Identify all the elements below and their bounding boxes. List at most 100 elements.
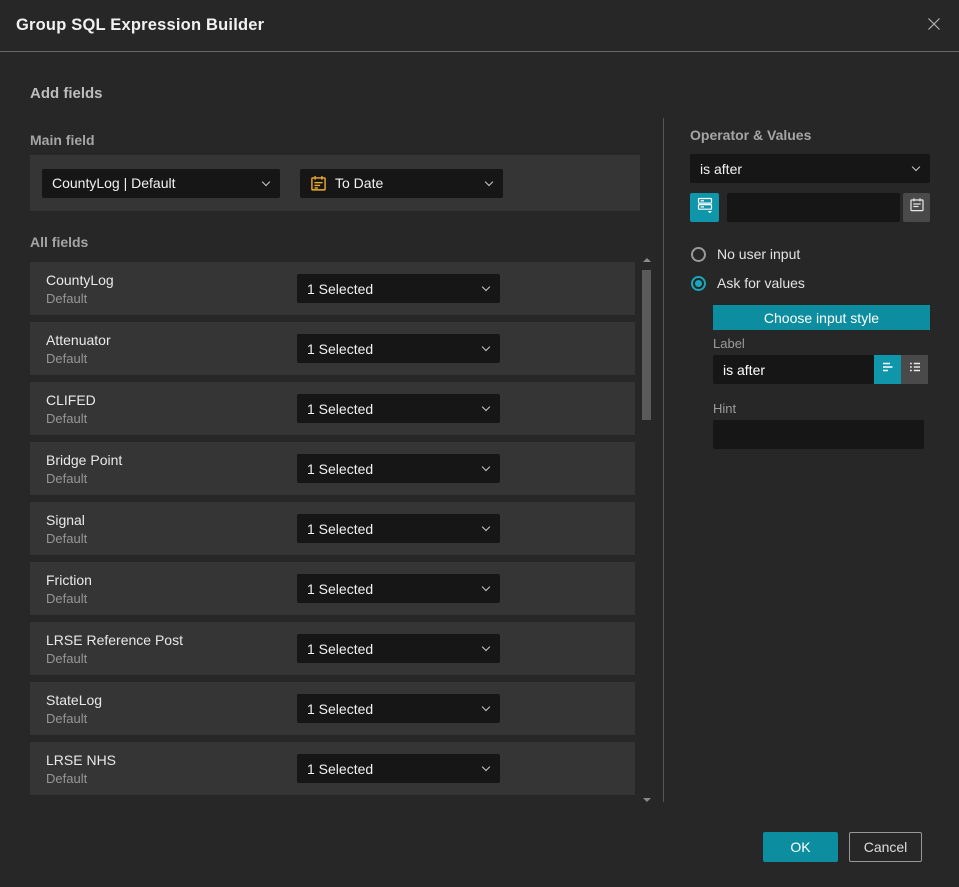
chevron-down-icon [911, 162, 921, 172]
chevron-down-icon [481, 342, 491, 352]
date-type-dropdown-value: To Date [335, 175, 384, 191]
cancel-button[interactable]: Cancel [849, 832, 922, 862]
field-row: Bridge Point Default 1 Selected [30, 442, 635, 495]
chevron-down-icon [481, 522, 491, 532]
input-style-list-button[interactable] [901, 355, 928, 384]
field-selected-dropdown[interactable]: 1 Selected [297, 574, 500, 603]
field-row: LRSE Reference Post Default 1 Selected [30, 622, 635, 675]
bulleted-list-icon [907, 359, 923, 380]
dropdown-value: 1 Selected [307, 700, 374, 717]
dropdown-value: 1 Selected [307, 760, 374, 777]
main-field-dropdown[interactable]: CountyLog | Default [42, 168, 280, 198]
value-mode-button[interactable] [690, 193, 719, 222]
chevron-down-icon [481, 762, 491, 772]
field-name: LRSE NHS [46, 751, 117, 768]
scroll-up-arrow-icon[interactable] [643, 258, 651, 262]
dropdown-value: 1 Selected [307, 520, 374, 537]
close-button[interactable] [921, 13, 947, 39]
ok-button[interactable]: OK [763, 832, 838, 862]
field-name: Signal [46, 511, 85, 528]
scroll-down-arrow-icon[interactable] [643, 798, 651, 802]
radio-label: No user input [717, 246, 801, 262]
chevron-down-icon [481, 462, 491, 472]
calendar-icon [909, 197, 925, 218]
radio-unselected-icon [691, 246, 706, 262]
value-input-row [690, 193, 930, 222]
list-scrollbar[interactable] [642, 258, 651, 802]
field-subtitle: Default [46, 650, 88, 666]
chevron-down-icon [481, 582, 491, 592]
field-row: Friction Default 1 Selected [30, 562, 635, 615]
operator-dropdown[interactable]: is after [690, 154, 930, 183]
field-subtitle: Default [46, 770, 88, 786]
dialog-footer: OK Cancel [763, 832, 922, 862]
field-subtitle: Default [46, 530, 88, 546]
field-subtitle: Default [46, 350, 88, 366]
operator-values-heading: Operator & Values [690, 127, 812, 143]
scrollbar-thumb[interactable] [642, 270, 651, 420]
field-row: Signal Default 1 Selected [30, 502, 635, 555]
field-subtitle: Default [46, 710, 88, 726]
calendar-icon [310, 175, 327, 192]
field-name: StateLog [46, 691, 103, 708]
chevron-down-icon [481, 702, 491, 712]
dropdown-value: 1 Selected [307, 460, 374, 477]
field-subtitle: Default [46, 410, 88, 426]
dropdown-value: 1 Selected [307, 400, 374, 417]
dropdown-value: 1 Selected [307, 640, 374, 657]
dialog-header: Group SQL Expression Builder [0, 0, 959, 52]
field-row: LRSE NHS Default 1 Selected [30, 742, 635, 795]
operator-dropdown-value: is after [700, 160, 743, 177]
dropdown-value: 1 Selected [307, 280, 374, 297]
field-selected-dropdown[interactable]: 1 Selected [297, 634, 500, 663]
dropdown-value: 1 Selected [307, 340, 374, 357]
field-name: CountyLog [46, 271, 114, 288]
dropdown-value: 1 Selected [307, 580, 374, 597]
field-selected-dropdown[interactable]: 1 Selected [297, 514, 500, 543]
main-field-panel: CountyLog | Default To Date [30, 155, 640, 211]
field-subtitle: Default [46, 470, 88, 486]
stacked-values-icon [696, 196, 714, 219]
main-field-heading: Main field [30, 132, 95, 148]
all-fields-heading: All fields [30, 234, 89, 250]
field-name: Attenuator [46, 331, 111, 348]
align-left-icon [880, 359, 896, 380]
field-row: StateLog Default 1 Selected [30, 682, 635, 735]
field-selected-dropdown[interactable]: 1 Selected [297, 274, 500, 303]
field-name: LRSE Reference Post [46, 631, 183, 648]
label-input-row [713, 355, 928, 384]
radio-ask-for-values[interactable]: Ask for values [691, 275, 805, 291]
hint-input[interactable] [713, 420, 924, 449]
chevron-down-icon [261, 177, 271, 186]
chevron-down-icon [481, 402, 491, 412]
choose-input-style-button[interactable]: Choose input style [713, 305, 930, 330]
field-subtitle: Default [46, 290, 88, 306]
add-fields-heading: Add fields [30, 85, 103, 102]
field-selected-dropdown[interactable]: 1 Selected [297, 454, 500, 483]
label-input[interactable] [713, 355, 874, 384]
date-type-dropdown[interactable]: To Date [300, 168, 503, 198]
chevron-down-icon [484, 177, 494, 186]
field-name: Friction [46, 571, 92, 588]
chevron-down-icon [481, 642, 491, 652]
label-field-label: Label [713, 336, 745, 351]
hint-field-label: Hint [713, 401, 737, 416]
field-name: Bridge Point [46, 451, 123, 468]
value-input[interactable] [727, 193, 900, 222]
date-picker-button[interactable] [903, 193, 930, 222]
field-row: Attenuator Default 1 Selected [30, 322, 635, 375]
radio-no-user-input[interactable]: No user input [691, 246, 800, 262]
main-field-dropdown-value: CountyLog | Default [52, 175, 176, 191]
field-selected-dropdown[interactable]: 1 Selected [297, 394, 500, 423]
panel-divider [663, 118, 664, 802]
field-name: CLIFED [46, 391, 96, 408]
field-selected-dropdown[interactable]: 1 Selected [297, 334, 500, 363]
field-selected-dropdown[interactable]: 1 Selected [297, 694, 500, 723]
all-fields-list: CountyLog Default 1 Selected Attenuator … [30, 262, 635, 802]
radio-label: Ask for values [717, 275, 805, 291]
chevron-down-icon [481, 282, 491, 292]
radio-selected-icon [691, 275, 706, 291]
field-selected-dropdown[interactable]: 1 Selected [297, 754, 500, 783]
field-subtitle: Default [46, 590, 88, 606]
input-style-single-line-button[interactable] [874, 355, 901, 384]
